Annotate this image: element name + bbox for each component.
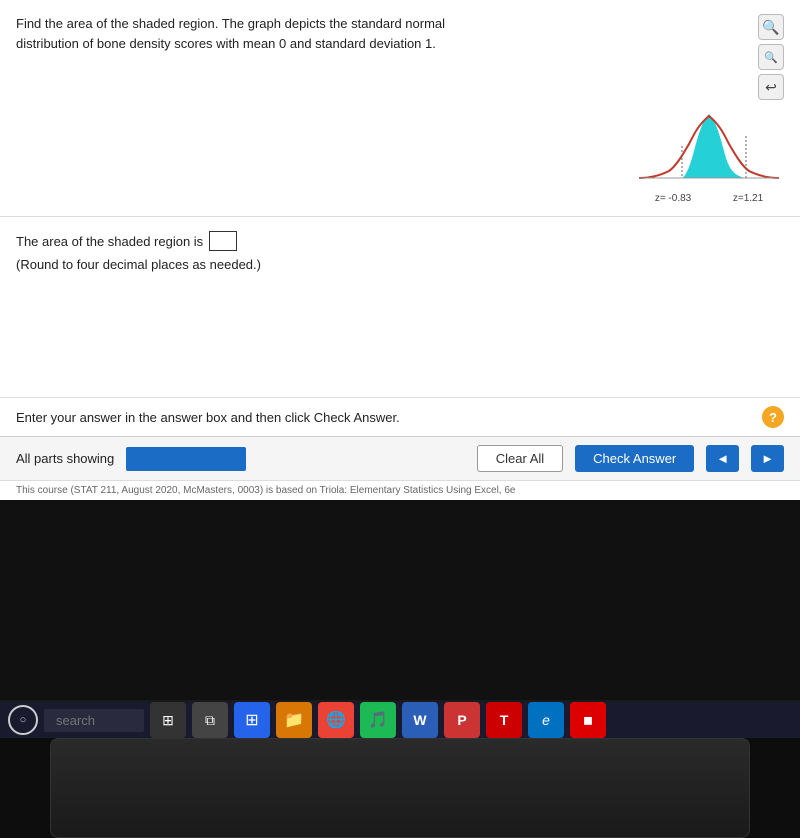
apps-icon: ⊞ xyxy=(245,710,258,730)
word-icon: W xyxy=(413,712,426,728)
keyboard xyxy=(50,738,750,838)
graph-area: 🔍 🔍 ↩ xyxy=(624,14,784,206)
taskbar-extra-icon[interactable]: ◼ xyxy=(570,702,606,738)
taskbar-search-input[interactable] xyxy=(44,709,144,732)
taskbar-chrome-icon[interactable]: 🌐 xyxy=(318,702,354,738)
z-right-label: z=1.21 xyxy=(733,193,763,204)
start-icon: ○ xyxy=(20,714,27,726)
ppt-icon: P xyxy=(457,712,466,728)
progress-bar xyxy=(126,447,246,471)
screen: Find the area of the shaded region. The … xyxy=(0,0,800,800)
zoom-in-button[interactable]: 🔍 xyxy=(758,14,784,40)
dark-background xyxy=(0,500,800,700)
answer-area: The area of the shaded region is (Round … xyxy=(0,217,800,397)
taskbar-apps-icon[interactable]: ⊞ xyxy=(234,702,270,738)
clear-all-button[interactable]: Clear All xyxy=(477,445,563,472)
taskbar-word-icon[interactable]: W xyxy=(402,702,438,738)
zoom-out-button[interactable]: 🔍 xyxy=(758,44,784,70)
all-parts-label: All parts showing xyxy=(16,451,114,466)
content-panel: Find the area of the shaded region. The … xyxy=(0,0,800,500)
start-search-area[interactable]: ○ xyxy=(8,705,38,735)
graph-labels: z= -0.83 z=1.21 xyxy=(634,193,784,204)
taskbar-cortana-icon[interactable]: ⊞ xyxy=(150,702,186,738)
answer-prefix: The area of the shaded region is xyxy=(16,234,203,249)
keyboard-background xyxy=(0,738,800,838)
normal-distribution-graph: z= -0.83 z=1.21 xyxy=(634,106,784,206)
question-line2: distribution of bone density scores with… xyxy=(16,36,436,51)
round-note: (Round to four decimal places as needed.… xyxy=(16,257,784,272)
taskbar-multitask-icon[interactable]: ⧉ xyxy=(192,702,228,738)
citation-text: This course (STAT 211, August 2020, McMa… xyxy=(16,485,515,496)
taskbar: ○ ⊞ ⧉ ⊞ 📁 🌐 🎵 W P T e xyxy=(0,702,800,738)
help-button[interactable]: ? xyxy=(762,406,784,428)
reset-button[interactable]: ↩ xyxy=(758,74,784,100)
teams-icon: T xyxy=(500,712,509,728)
answer-text: The area of the shaded region is xyxy=(16,231,784,251)
taskbar-teams-icon[interactable]: T xyxy=(486,702,522,738)
multitask-icon: ⧉ xyxy=(205,712,215,729)
question-line1: Find the area of the shaded region. The … xyxy=(16,16,445,31)
taskbar-ppt-icon[interactable]: P xyxy=(444,702,480,738)
action-bar: All parts showing Clear All Check Answer… xyxy=(0,436,800,480)
citation-bar: This course (STAT 211, August 2020, McMa… xyxy=(0,480,800,500)
question-area: Find the area of the shaded region. The … xyxy=(0,0,800,217)
cortana-icon: ⊞ xyxy=(162,712,174,729)
chrome-icon: 🌐 xyxy=(326,710,346,730)
taskbar-folder-icon[interactable]: 📁 xyxy=(276,702,312,738)
extra-icon: ◼ xyxy=(583,713,593,727)
instruction-text: Enter your answer in the answer box and … xyxy=(16,410,762,425)
shaded-region xyxy=(682,114,746,178)
ie-icon: e xyxy=(542,712,550,728)
graph-svg xyxy=(634,106,784,191)
instruction-bar: Enter your answer in the answer box and … xyxy=(0,397,800,436)
taskbar-ie-icon[interactable]: e xyxy=(528,702,564,738)
taskbar-spotify-icon[interactable]: 🎵 xyxy=(360,702,396,738)
next-nav-button[interactable]: ► xyxy=(751,445,784,472)
graph-controls: 🔍 🔍 ↩ xyxy=(758,14,784,100)
answer-input-box[interactable] xyxy=(209,231,237,251)
z-left-label: z= -0.83 xyxy=(655,193,691,204)
prev-nav-button[interactable]: ◄ xyxy=(706,445,739,472)
folder-icon: 📁 xyxy=(284,710,304,730)
check-answer-button[interactable]: Check Answer xyxy=(575,445,694,472)
question-text: Find the area of the shaded region. The … xyxy=(16,14,624,206)
spotify-icon: 🎵 xyxy=(368,710,388,730)
